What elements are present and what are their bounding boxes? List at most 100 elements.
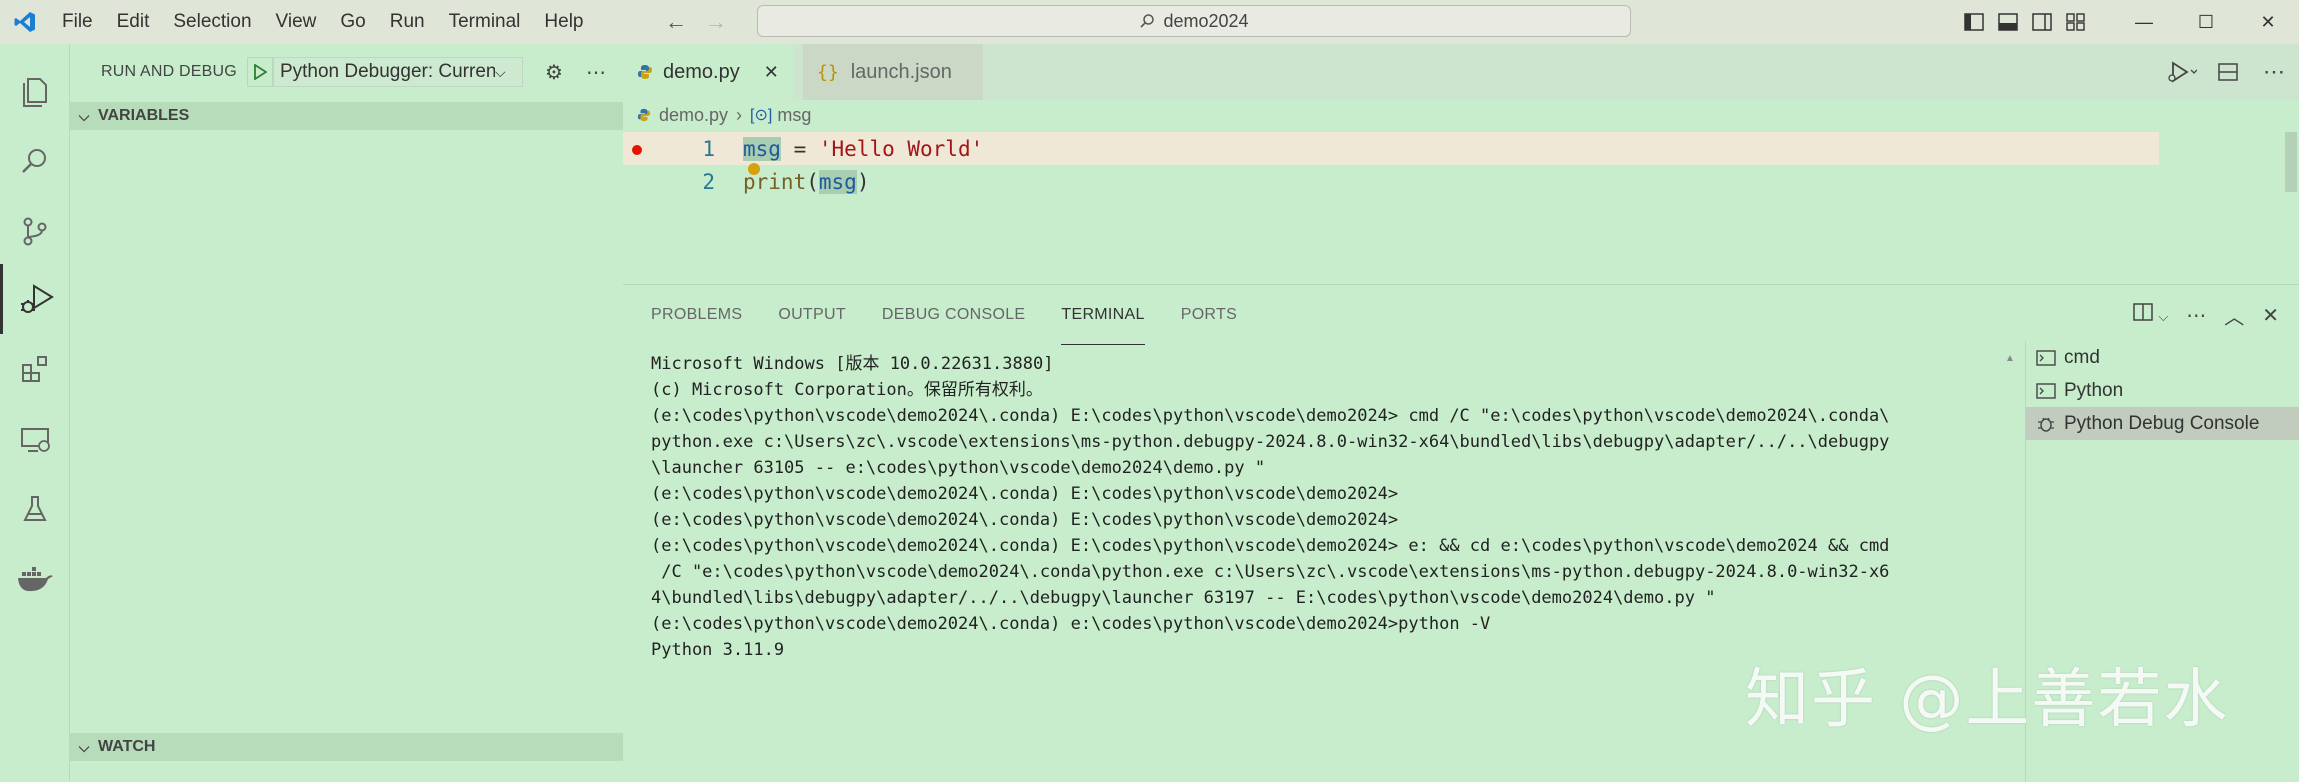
tab-problems[interactable]: PROBLEMS [651, 285, 742, 345]
explorer-icon[interactable] [0, 56, 70, 126]
tab-output[interactable]: OUTPUT [778, 285, 846, 345]
source-control-icon[interactable] [0, 196, 70, 266]
more-actions-icon[interactable]: ⋯ [2186, 303, 2206, 328]
maximize-button[interactable]: ☐ [2175, 0, 2237, 44]
chevron-down-icon: ⌵ [78, 738, 90, 755]
menu-terminal[interactable]: Terminal [437, 0, 533, 44]
code-token-string: 'Hello World' [818, 136, 984, 161]
editor-scrollbar[interactable] [2285, 132, 2297, 192]
menu-edit[interactable]: Edit [105, 0, 162, 44]
search-view-icon[interactable] [0, 126, 70, 196]
tab-terminal[interactable]: TERMINAL [1061, 285, 1145, 345]
menu-run[interactable]: Run [378, 0, 437, 44]
code-line-1[interactable]: 1 msg = 'Hello World' [623, 132, 2159, 165]
python-file-icon [638, 65, 652, 79]
start-debugging-button[interactable] [246, 57, 273, 87]
forward-arrow-icon[interactable]: → [705, 9, 727, 35]
tab-debug-console[interactable]: DEBUG CONSOLE [882, 285, 1026, 345]
chevron-right-icon: › [736, 104, 743, 125]
line-number: 1 [702, 136, 715, 161]
variables-label: VARIABLES [98, 107, 190, 124]
tab-ports[interactable]: PORTS [1181, 285, 1237, 345]
editor-tab-bar: demo.py ✕ {} launch.json ⋯ [623, 44, 2299, 100]
menu-selection[interactable]: Selection [161, 0, 263, 44]
toggle-primary-sidebar-icon[interactable] [1957, 0, 1991, 44]
testing-icon[interactable] [0, 474, 70, 544]
terminal-scroll-up-icon[interactable]: ▲ [2005, 353, 2015, 364]
terminal-item-label: Python Debug Console [2064, 412, 2260, 434]
docker-icon[interactable] [0, 544, 70, 614]
split-editor-icon[interactable] [2207, 63, 2249, 81]
run-and-debug-sidebar: RUN AND DEBUG Python Debugger: Current F… [70, 44, 623, 781]
terminal-line: \launcher 63105 -- e:\codes\python\vscod… [651, 458, 1266, 478]
menu-view[interactable]: View [264, 0, 329, 44]
run-python-file-icon[interactable] [2157, 61, 2207, 83]
variables-section-header[interactable]: ⌵ VARIABLES [70, 102, 623, 130]
close-panel-icon[interactable]: ✕ [2262, 303, 2279, 328]
breakpoint-icon[interactable] [623, 137, 651, 161]
minimize-button[interactable]: — [2113, 0, 2175, 44]
variable-symbol-icon: [⊙] [750, 107, 773, 124]
terminal-line: (e:\codes\python\vscode\demo2024\.conda)… [651, 484, 1399, 504]
toggle-secondary-sidebar-icon[interactable] [2025, 0, 2059, 44]
more-actions-icon[interactable]: ⋯ [2249, 59, 2299, 85]
terminal-item-python[interactable]: Python [2026, 374, 2299, 407]
title-bar: File Edit Selection View Go Run Terminal… [0, 0, 2299, 44]
editor-area: demo.py ✕ {} launch.json ⋯ demo.py › [⊙]… [623, 44, 2299, 284]
debug-icon [2038, 417, 2054, 432]
breadcrumb-file[interactable]: demo.py [659, 105, 728, 126]
tab-demo-py[interactable]: demo.py ✕ [623, 44, 793, 100]
command-center-search[interactable]: demo2024 [757, 5, 1631, 37]
run-and-debug-icon[interactable] [0, 264, 70, 334]
activity-bar [0, 44, 70, 781]
debug-config-value: Python Debugger: Current File [279, 61, 495, 82]
terminal-item-label: Python [2064, 379, 2124, 401]
watermark: 知乎 @上善若水 [1745, 663, 2230, 737]
terminal-item-cmd[interactable]: cmd [2026, 341, 2299, 374]
debug-config-select[interactable]: Python Debugger: Current File ⌵ [272, 57, 523, 87]
json-file-icon: {} [817, 61, 839, 83]
more-actions-icon[interactable]: ⋯ [579, 55, 613, 89]
terminal-line: /C "e:\codes\python\vscode\demo2024\.con… [651, 562, 1890, 582]
code-token-variable: msg [818, 169, 857, 194]
toggle-panel-icon[interactable] [1991, 0, 2025, 44]
tab-label: demo.py [663, 60, 740, 83]
terminal-line: 4\bundled\libs\debugpy\adapter/../..\deb… [651, 588, 1716, 608]
close-window-button[interactable]: ✕ [2237, 0, 2299, 44]
open-launch-json-gear-icon[interactable]: ⚙ [537, 55, 571, 89]
terminal-line: (c) Microsoft Corporation。保留所有权利。 [651, 380, 1043, 400]
breadcrumb-symbol[interactable]: msg [777, 105, 811, 126]
customize-layout-icon[interactable] [2059, 0, 2093, 44]
play-icon [254, 64, 267, 80]
chevron-down-icon: ⌵ [78, 107, 90, 124]
terminal-item-label: cmd [2064, 346, 2100, 368]
lightbulb-icon[interactable] [747, 162, 761, 176]
panel-tabs: PROBLEMS OUTPUT DEBUG CONSOLE TERMINAL P… [651, 285, 1237, 345]
sidebar-title: RUN AND DEBUG [101, 63, 237, 80]
remote-explorer-icon[interactable] [0, 404, 70, 474]
back-arrow-icon[interactable]: ← [665, 9, 687, 35]
maximize-panel-icon[interactable]: ︿ [2224, 301, 2244, 330]
watch-label: WATCH [98, 738, 156, 755]
tab-launch-json[interactable]: {} launch.json [803, 44, 983, 100]
menu-help[interactable]: Help [532, 0, 595, 44]
menu-go[interactable]: Go [328, 0, 377, 44]
menu-file[interactable]: File [50, 0, 105, 44]
extensions-icon[interactable] [0, 334, 70, 404]
terminal-icon [2036, 349, 2056, 366]
terminal-line: python.exe c:\Users\zc\.vscode\extension… [651, 432, 1890, 452]
python-file-icon [637, 108, 651, 122]
terminal-item-python-debug-console[interactable]: Python Debug Console [2026, 407, 2299, 440]
terminal-line: (e:\codes\python\vscode\demo2024\.conda)… [651, 406, 1890, 426]
watch-section-header[interactable]: ⌵ WATCH [70, 733, 623, 761]
sidebar-header: RUN AND DEBUG Python Debugger: Current F… [70, 44, 623, 100]
split-terminal-icon[interactable]: ⌵ [2133, 303, 2168, 327]
code-token-variable: msg [743, 136, 781, 161]
terminal-line: (e:\codes\python\vscode\demo2024\.conda)… [651, 614, 1491, 634]
search-icon [1140, 14, 1155, 28]
close-tab-icon[interactable]: ✕ [764, 62, 779, 83]
terminal-output[interactable]: Microsoft Windows [版本 10.0.22631.3880] (c… [651, 351, 1991, 663]
search-text: demo2024 [1163, 10, 1249, 31]
vscode-logo-icon [0, 0, 50, 44]
code-line-2[interactable]: 2 print ( msg ) [623, 162, 2159, 198]
